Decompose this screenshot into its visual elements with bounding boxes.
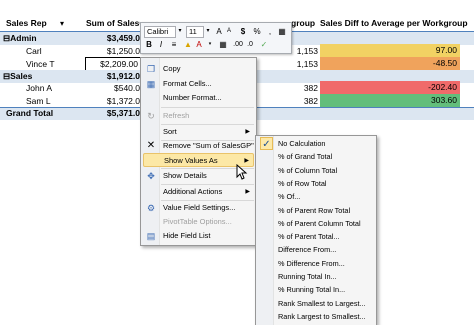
row-john-label[interactable]: John A xyxy=(26,82,52,95)
header-sales-rep[interactable]: Sales Rep xyxy=(6,17,47,30)
row-john-diff[interactable]: -202.40 xyxy=(320,81,460,94)
font-color-icon[interactable]: A xyxy=(194,39,204,50)
borders-icon[interactable]: ▦ xyxy=(218,39,228,50)
row-admin-sum[interactable]: $3,459.0 xyxy=(84,32,140,45)
grow-font-icon[interactable]: A xyxy=(214,26,224,37)
submenu-item-rank-smallest-to-largest[interactable]: Rank Smallest to Largest... xyxy=(258,297,374,310)
filter-dropdown-icon[interactable]: ▾ xyxy=(60,17,70,30)
submenu-item-no-calculation[interactable]: ✓ No Calculation xyxy=(258,137,374,150)
submenu-item-pct-row-total[interactable]: % of Row Total xyxy=(258,177,374,190)
submenu-item-pct-of[interactable]: % Of... xyxy=(258,190,374,203)
increase-decimal-icon[interactable]: .0 xyxy=(245,39,255,50)
submenu-item-pct-grand-total[interactable]: % of Grand Total xyxy=(258,150,374,163)
header-workgroup: group xyxy=(291,18,316,28)
row-grand-total-sum[interactable]: $5,371.0 xyxy=(84,107,140,120)
menu-item-value-field-settings[interactable]: ⚙ Value Field Settings... xyxy=(143,201,254,215)
menu-item-refresh: ↻ Refresh xyxy=(143,109,254,123)
field-list-icon: ▤ xyxy=(146,231,156,241)
refresh-icon: ↻ xyxy=(147,111,155,121)
menu-item-hide-field-list[interactable]: ▤ Hide Field List xyxy=(143,229,254,243)
submenu-item-pct-parent-total[interactable]: % of Parent Total... xyxy=(258,230,374,243)
font-name-box[interactable]: Calibri xyxy=(144,26,176,38)
remove-icon: ✕ xyxy=(146,140,156,151)
row-carl-diff[interactable]: 97.00 xyxy=(320,44,460,57)
font-color-dropdown-icon[interactable]: ▾ xyxy=(205,39,215,50)
row-sam-diff[interactable]: 303.60 xyxy=(320,94,460,107)
font-name-dropdown-icon[interactable]: ▾ xyxy=(175,26,185,37)
mouse-cursor-icon xyxy=(236,164,248,180)
menu-item-sort[interactable]: Sort ▶ xyxy=(143,125,254,139)
menu-item-remove-field[interactable]: ✕ Remove "Sum of SalesGP" xyxy=(143,139,254,153)
submenu-arrow-icon: ▶ xyxy=(245,129,250,135)
bold-button[interactable]: B xyxy=(144,39,154,50)
submenu-arrow-icon: ▶ xyxy=(245,189,250,195)
center-align-icon[interactable]: ≡ xyxy=(169,39,179,50)
submenu-item-pct-parent-column-total[interactable]: % of Parent Column Total xyxy=(258,217,374,230)
copy-icon: ❐ xyxy=(146,64,156,74)
format-painter-icon[interactable]: ▦ xyxy=(277,26,287,37)
submenu-item-pct-parent-row-total[interactable]: % of Parent Row Total xyxy=(258,204,374,217)
row-carl-label[interactable]: Carl xyxy=(26,45,42,58)
show-details-icon: ✥ xyxy=(147,171,155,181)
submenu-item-difference-from[interactable]: Difference From... xyxy=(258,243,374,256)
row-john-sum[interactable]: $540.0 xyxy=(84,82,140,95)
row-admin-label[interactable]: ⊟Admin xyxy=(3,32,37,45)
show-values-as-submenu: ✓ No Calculation % of Grand Total % of C… xyxy=(255,135,377,325)
header-sum-salesgp[interactable]: Sum of SalesGP xyxy=(86,17,140,30)
row-john-avg[interactable]: 382 xyxy=(280,82,318,95)
font-size-dropdown-icon[interactable]: ▾ xyxy=(203,26,213,37)
submenu-item-running-total-in[interactable]: Running Total In... xyxy=(258,270,374,283)
row-grand-total-label[interactable]: Grand Total xyxy=(6,107,53,120)
checkmark-icon: ✓ xyxy=(260,137,273,150)
menu-item-additional-actions[interactable]: Additional Actions ▶ xyxy=(143,185,254,199)
format-painter-brush-icon[interactable]: ✓ xyxy=(259,39,269,50)
italic-button[interactable]: I xyxy=(156,39,166,50)
submenu-item-pct-running-total-in[interactable]: % Running Total In... xyxy=(258,283,374,296)
submenu-item-pct-column-total[interactable]: % of Column Total xyxy=(258,164,374,177)
format-cells-icon: ▦ xyxy=(146,79,156,89)
menu-separator xyxy=(161,107,254,108)
decrease-decimal-icon[interactable]: .00 xyxy=(233,39,243,50)
value-field-settings-icon: ⚙ xyxy=(146,203,156,213)
context-menu: ❐ Copy ▦ Format Cells... Number Format..… xyxy=(140,57,257,246)
menu-item-number-format[interactable]: Number Format... xyxy=(143,91,254,105)
submenu-item-pct-difference-from[interactable]: % Difference From... xyxy=(258,257,374,270)
currency-button[interactable]: $ xyxy=(238,26,248,37)
fill-color-icon[interactable]: ▲ xyxy=(183,39,193,50)
mini-toolbar: Calibri ▾ 11 ▾ A A $ % , ▦ B I ≡ ▲ A ▾ ▦… xyxy=(140,22,292,54)
percent-button[interactable]: % xyxy=(252,26,262,37)
menu-item-pivottable-options: PivotTable Options... xyxy=(163,217,232,226)
comma-button[interactable]: , xyxy=(265,26,275,37)
header-sales-diff: Sales Diff to Average per Workgroup xyxy=(320,18,468,28)
font-size-box[interactable]: 11 xyxy=(186,26,204,38)
row-vince-diff[interactable]: -48.50 xyxy=(320,57,460,70)
shrink-font-icon[interactable]: A xyxy=(224,26,234,37)
menu-item-format-cells[interactable]: ▦ Format Cells... xyxy=(143,77,254,91)
menu-item-copy[interactable]: ❐ Copy xyxy=(143,62,254,76)
submenu-item-rank-largest-to-smallest[interactable]: Rank Largest to Smallest... xyxy=(258,310,374,323)
